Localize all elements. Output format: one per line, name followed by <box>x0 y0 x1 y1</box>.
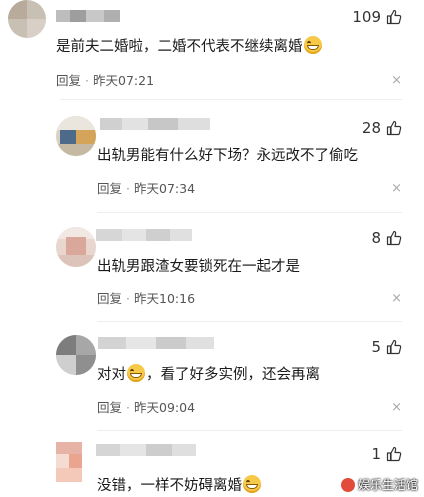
divider <box>97 212 402 213</box>
like-number: 28 <box>361 119 381 137</box>
timestamp: 昨天10:16 <box>134 291 196 306</box>
reply-button[interactable]: 回复 <box>56 73 81 88</box>
like-count[interactable]: 5 <box>371 337 402 357</box>
close-icon[interactable]: × <box>391 400 402 416</box>
close-icon[interactable]: × <box>391 73 402 89</box>
username-blurred[interactable] <box>56 10 120 22</box>
thumbs-up-icon[interactable] <box>386 339 402 355</box>
comment-text: 对对 ，看了好多实例，还会再离 <box>97 364 320 385</box>
comment-text: 出轨男能有什么好下场？永远改不了偷吃 <box>97 148 358 164</box>
like-count[interactable]: 109 <box>352 7 402 27</box>
username-blurred[interactable] <box>100 118 210 130</box>
comment-1: 109 是前夫二婚啦，二婚不代表不继续离婚 回复 · 昨天07:21 × <box>0 0 424 98</box>
timestamp: 昨天09:04 <box>134 400 196 415</box>
like-number: 109 <box>352 8 381 26</box>
username-blurred[interactable] <box>96 229 192 241</box>
avatar[interactable] <box>56 335 96 375</box>
close-icon[interactable]: × <box>391 291 402 307</box>
comment-meta: 回复 · 昨天09:04 <box>97 400 196 415</box>
grin-emoji-icon <box>127 364 145 382</box>
reply-button[interactable]: 回复 <box>97 400 122 415</box>
divider <box>97 321 402 322</box>
thumbs-up-icon[interactable] <box>386 446 402 462</box>
timestamp: 昨天07:34 <box>134 181 196 196</box>
divider <box>60 99 402 100</box>
like-number: 8 <box>371 229 381 247</box>
timestamp: 昨天07:21 <box>93 73 155 88</box>
comment-meta: 回复 · 昨天07:34 <box>97 181 196 196</box>
like-count[interactable]: 8 <box>371 228 402 248</box>
avatar[interactable] <box>56 442 82 482</box>
grin-emoji-icon <box>303 36 322 54</box>
watermark: 娱乐生活馆 <box>340 476 418 493</box>
reply-button[interactable]: 回复 <box>97 181 122 196</box>
username-blurred[interactable] <box>96 444 196 456</box>
watermark-logo-icon <box>340 477 355 492</box>
like-count[interactable]: 1 <box>371 444 402 464</box>
like-number: 5 <box>371 338 381 356</box>
avatar[interactable] <box>56 116 96 156</box>
thumbs-up-icon[interactable] <box>386 230 402 246</box>
comment-text: 出轨男跟渣女要锁死在一起才是 <box>97 259 300 275</box>
comment-text: 是前夫二婚啦，二婚不代表不继续离婚 <box>56 36 323 57</box>
watermark-text: 娱乐生活馆 <box>357 478 418 492</box>
thumbs-up-icon[interactable] <box>386 120 402 136</box>
avatar[interactable] <box>56 227 96 267</box>
thumbs-up-icon[interactable] <box>386 9 402 25</box>
comment-text: 没错，一样不妨碍离婚 <box>97 475 262 496</box>
username-blurred[interactable] <box>98 337 214 349</box>
avatar[interactable] <box>8 0 46 38</box>
comment-meta: 回复 · 昨天07:21 <box>56 73 155 88</box>
grin-emoji-icon <box>243 475 261 493</box>
divider <box>97 430 402 431</box>
reply-button[interactable]: 回复 <box>97 291 122 306</box>
close-icon[interactable]: × <box>391 181 402 197</box>
comment-meta: 回复 · 昨天10:16 <box>97 291 196 306</box>
like-count[interactable]: 28 <box>362 118 402 138</box>
like-number: 1 <box>371 445 381 463</box>
